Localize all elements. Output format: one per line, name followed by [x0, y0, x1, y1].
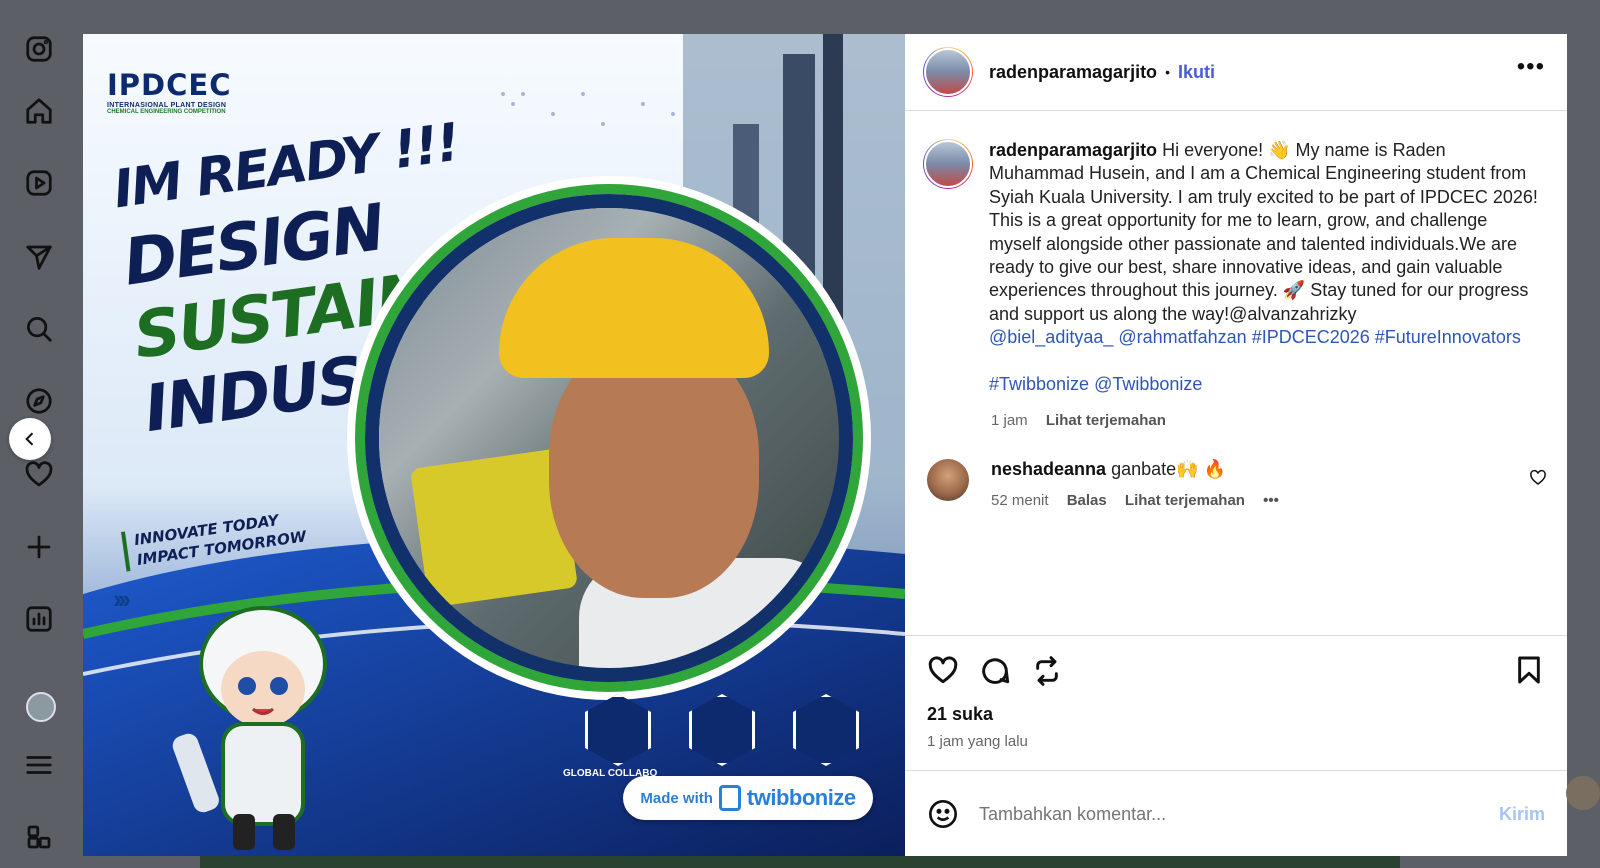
- explore-icon[interactable]: [22, 384, 56, 418]
- follow-button[interactable]: Ikuti: [1178, 62, 1215, 83]
- menu-icon[interactable]: [22, 748, 56, 782]
- poster-badges: [585, 694, 859, 766]
- post-side-panel: radenparamagarjito • Ikuti ••• radenpara…: [905, 34, 1567, 856]
- gear-badge-icon: [793, 694, 859, 766]
- twibbonize-logo-icon: [718, 785, 741, 811]
- author-avatar[interactable]: [923, 47, 973, 97]
- next-avatar-peek[interactable]: [1566, 776, 1600, 810]
- comment-more-button[interactable]: •••: [1263, 492, 1279, 509]
- caption-text: Hi everyone! 👋 My name is Raden Muhammad…: [989, 140, 1538, 324]
- background-feed-strip: [200, 856, 1400, 868]
- direct-icon[interactable]: [22, 240, 56, 274]
- bookmark-icon[interactable]: [1513, 654, 1545, 686]
- comment-text: ganbate🙌 🔥: [1111, 459, 1226, 480]
- comment-like-heart-icon[interactable]: [1529, 469, 1547, 487]
- twibbonize-badge: Made with twibbonize: [623, 776, 873, 820]
- emoji-icon[interactable]: [927, 798, 959, 830]
- heart-icon[interactable]: [22, 458, 56, 492]
- add-comment-bar: Kirim: [905, 770, 1567, 857]
- caption-translate-link[interactable]: Lihat terjemahan: [1046, 412, 1166, 429]
- search-icon[interactable]: [22, 312, 56, 346]
- caption-username[interactable]: radenparamagarjito: [989, 140, 1157, 160]
- post-timestamp: 1 jam yang lalu: [927, 733, 1028, 750]
- post-caption: radenparamagarjito Hi everyone! 👋 My nam…: [923, 139, 1549, 396]
- apps-icon[interactable]: [22, 820, 56, 854]
- caption-meta: 1 jam Lihat terjemahan: [991, 412, 1549, 429]
- post-header: radenparamagarjito • Ikuti •••: [905, 34, 1567, 111]
- comment-input[interactable]: [977, 802, 1499, 826]
- repost-icon[interactable]: [1031, 655, 1063, 687]
- comment-bubble-icon[interactable]: [979, 655, 1011, 687]
- reels-icon[interactable]: [22, 166, 56, 200]
- create-icon[interactable]: [22, 530, 56, 564]
- author-username[interactable]: radenparamagarjito: [989, 62, 1157, 83]
- profile-photo-frame: [365, 194, 853, 682]
- profile-avatar[interactable]: [26, 692, 56, 722]
- send-comment-button[interactable]: Kirim: [1499, 804, 1545, 825]
- commenter-avatar[interactable]: [927, 459, 969, 502]
- mascot-illustration: [172, 606, 327, 850]
- comment-translate-link[interactable]: Lihat terjemahan: [1125, 492, 1245, 509]
- ipdcec-logo: IPDCEC INTERNASIONAL PLANT DESIGN CHEMIC…: [107, 68, 232, 115]
- post-modal: IPDCEC INTERNASIONAL PLANT DESIGN CHEMIC…: [83, 34, 1567, 856]
- likes-count[interactable]: 21 suka: [927, 704, 1545, 725]
- caption-mentions[interactable]: @biel_adityaa_ @rahmatfahzan #IPDCEC2026…: [989, 327, 1521, 347]
- leaf-badge-icon: [689, 694, 755, 766]
- comment-time: 52 menit: [991, 492, 1049, 510]
- comment-item: neshadeanna ganbate🙌 🔥 52 menit Balas Li…: [923, 459, 1549, 509]
- instagram-icon[interactable]: [22, 32, 56, 66]
- post-image: IPDCEC INTERNASIONAL PLANT DESIGN CHEMIC…: [83, 34, 905, 856]
- previous-post-button[interactable]: [9, 418, 51, 460]
- chevrons-decoration: ›››: [113, 584, 131, 614]
- home-icon[interactable]: [22, 94, 56, 128]
- like-heart-icon[interactable]: [927, 655, 959, 687]
- commenter-username[interactable]: neshadeanna: [991, 459, 1106, 479]
- comments-section[interactable]: radenparamagarjito Hi everyone! 👋 My nam…: [905, 111, 1567, 634]
- more-options-button[interactable]: •••: [1517, 55, 1545, 79]
- globe-badge-icon: [585, 694, 651, 766]
- caption-time: 1 jam: [991, 412, 1028, 430]
- comment-reply-button[interactable]: Balas: [1067, 492, 1107, 509]
- caption-avatar[interactable]: [923, 139, 973, 189]
- dashboard-icon[interactable]: [22, 602, 56, 636]
- caption-hashtags[interactable]: #Twibbonize @Twibbonize: [989, 374, 1202, 394]
- separator-dot: •: [1165, 64, 1170, 80]
- chevron-left-icon: [25, 432, 34, 446]
